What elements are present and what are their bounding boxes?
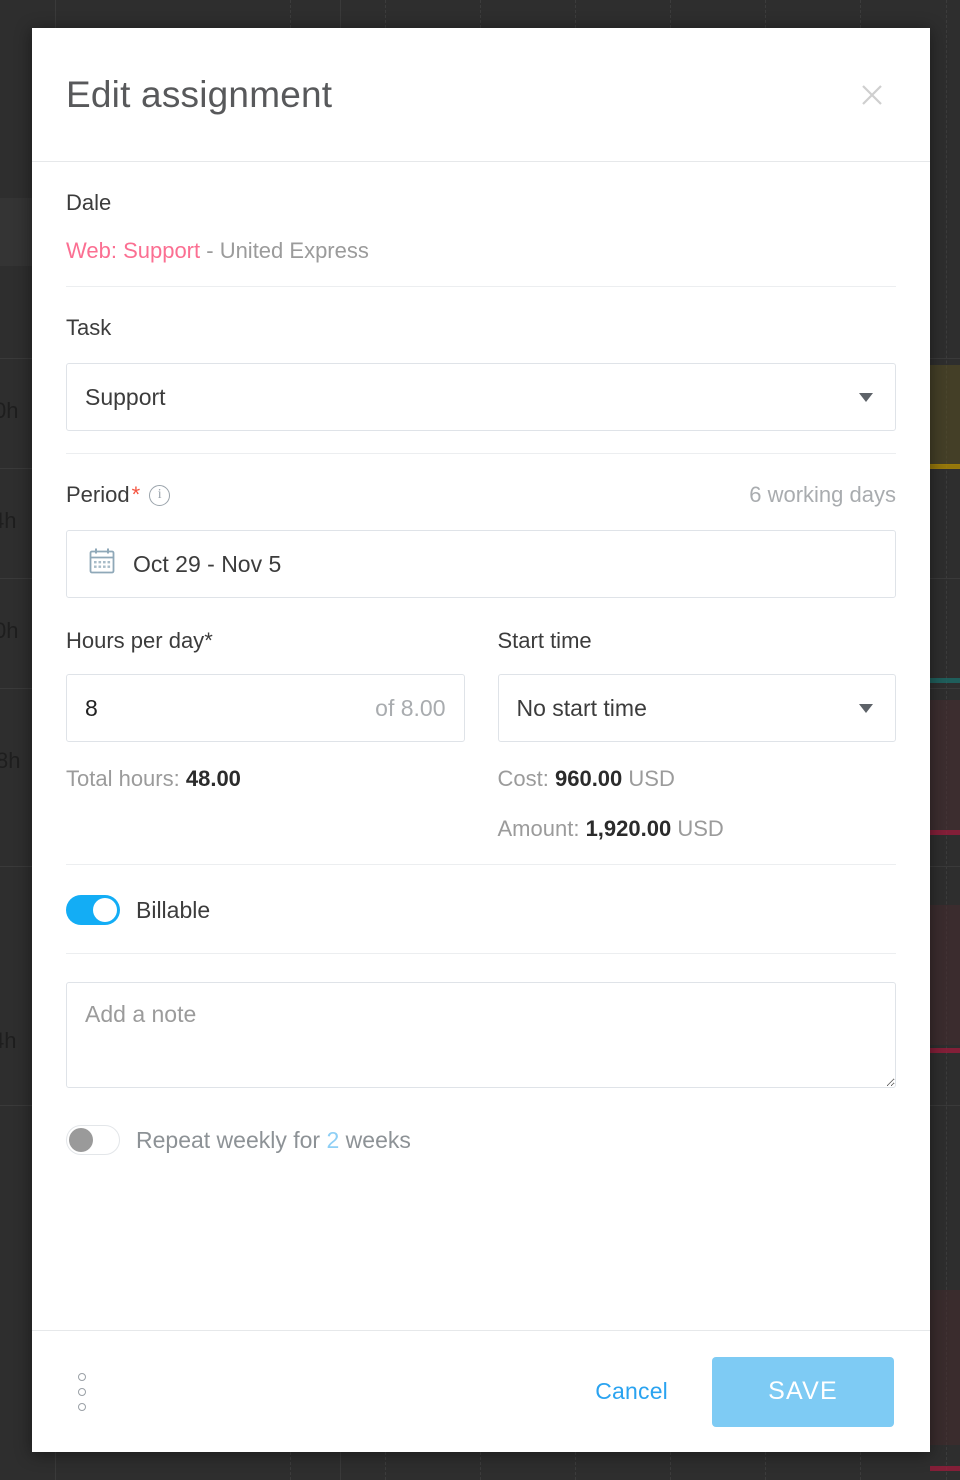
background-bar (0, 198, 34, 266)
background-bar (930, 1290, 960, 1445)
more-vertical-icon[interactable] (66, 1363, 98, 1421)
background-bar (930, 830, 960, 835)
amount-line: Amount: 1,920.00 USD (498, 816, 897, 842)
period-date-picker[interactable]: Oct 29 - Nov 5 (66, 530, 896, 598)
project-task-label: Web: Support (66, 238, 201, 263)
assignment-summary-section: Dale Web: Support - United Express (66, 162, 896, 287)
person-name: Dale (66, 190, 112, 215)
task-select[interactable]: Support (66, 363, 896, 431)
required-marker: * (131, 482, 141, 507)
edit-assignment-dialog: Edit assignment Dale Web: Support - Unit… (32, 28, 930, 1452)
repeat-weekly-toggle[interactable] (66, 1125, 120, 1155)
total-hours-line: Total hours: 48.00 (66, 766, 465, 792)
background-hours-label: 4h (0, 1028, 17, 1053)
cost-line: Cost: 960.00 USD (498, 766, 897, 792)
task-select-value: Support (85, 383, 166, 410)
background-bar (930, 1048, 960, 1053)
repeat-weekly-label: Repeat weekly for 2 weeks (136, 1127, 411, 1154)
repeat-section: Repeat weekly for 2 weeks (66, 1093, 896, 1155)
task-label-row: Task (66, 315, 896, 341)
save-button[interactable]: SAVE (712, 1356, 894, 1427)
working-days-count: 6 working days (749, 482, 896, 507)
task-section: Task Support (66, 287, 896, 454)
background-bar (930, 905, 960, 1045)
start-time-field: Start time No start time Cost: 960.00 US… (497, 628, 897, 842)
start-time-label: Start time (497, 628, 592, 653)
info-icon[interactable]: i (149, 484, 171, 506)
period-date-range: Oct 29 - Nov 5 (133, 550, 282, 577)
cancel-button[interactable]: Cancel (595, 1378, 668, 1405)
hours-starttime-row: Hours per day* 8 of 8.00 Total hours: 48… (66, 628, 896, 842)
background-bar (930, 700, 960, 830)
cost-currency: USD (628, 766, 675, 791)
cost-value: 960.00 (554, 766, 623, 791)
amount-currency: USD (677, 816, 724, 841)
background-hours-label: 0h (0, 398, 19, 423)
billable-toggle[interactable] (66, 895, 120, 925)
repeat-prefix: Repeat weekly for (136, 1126, 321, 1153)
repeat-count[interactable]: 2 (326, 1127, 339, 1153)
background-hours-label: 4h (0, 508, 17, 533)
hours-per-day-capacity: of 8.00 (375, 694, 446, 721)
calendar-icon (87, 546, 117, 582)
hours-per-day-value: 8 (85, 694, 98, 721)
dialog-footer: Cancel SAVE (32, 1330, 930, 1452)
hours-per-day-label: Hours per day* (66, 628, 213, 653)
task-label: Task (66, 315, 112, 340)
required-marker: * (204, 628, 213, 653)
total-hours-label: Total hours: (66, 766, 180, 791)
billable-row: Billable (66, 895, 896, 925)
note-section (66, 954, 896, 1093)
chevron-down-icon (859, 392, 873, 402)
background-bar (930, 678, 960, 683)
cost-label: Cost: (497, 766, 549, 791)
background-hours-label: 8h (0, 748, 21, 773)
note-input[interactable] (66, 982, 896, 1088)
period-section: Period* i 6 working days Oct 29 - Nov 5 … (66, 454, 896, 865)
client-name: United Express (219, 238, 369, 263)
amount-value: 1,920.00 (585, 816, 672, 841)
billable-section: Billable (66, 865, 896, 954)
hours-per-day-input[interactable]: 8 of 8.00 (66, 674, 465, 742)
project-separator: - (200, 238, 220, 263)
total-hours-value: 48.00 (185, 766, 241, 791)
dialog-body: Dale Web: Support - United Express Task … (32, 162, 930, 1330)
background-bar (930, 464, 960, 469)
amount-label: Amount: (497, 816, 580, 841)
close-icon[interactable] (850, 73, 894, 117)
period-label: Period* (66, 482, 141, 507)
background-bar (930, 1466, 960, 1471)
footer-actions: Cancel SAVE (595, 1356, 894, 1427)
billable-label: Billable (136, 896, 211, 923)
repeat-row: Repeat weekly for 2 weeks (66, 1125, 896, 1155)
dialog-title: Edit assignment (66, 73, 333, 115)
dialog-header: Edit assignment (32, 28, 930, 162)
period-label-row: Period* i 6 working days (66, 482, 896, 508)
start-time-select[interactable]: No start time (497, 674, 896, 742)
background-bar (930, 365, 960, 465)
chevron-down-icon (859, 703, 873, 713)
background-hours-label: 0h (0, 618, 19, 643)
project-line: Web: Support - United Express (66, 238, 896, 264)
repeat-suffix: weeks (345, 1126, 411, 1153)
hours-per-day-field: Hours per day* 8 of 8.00 Total hours: 48… (66, 628, 465, 842)
start-time-value: No start time (516, 694, 647, 721)
